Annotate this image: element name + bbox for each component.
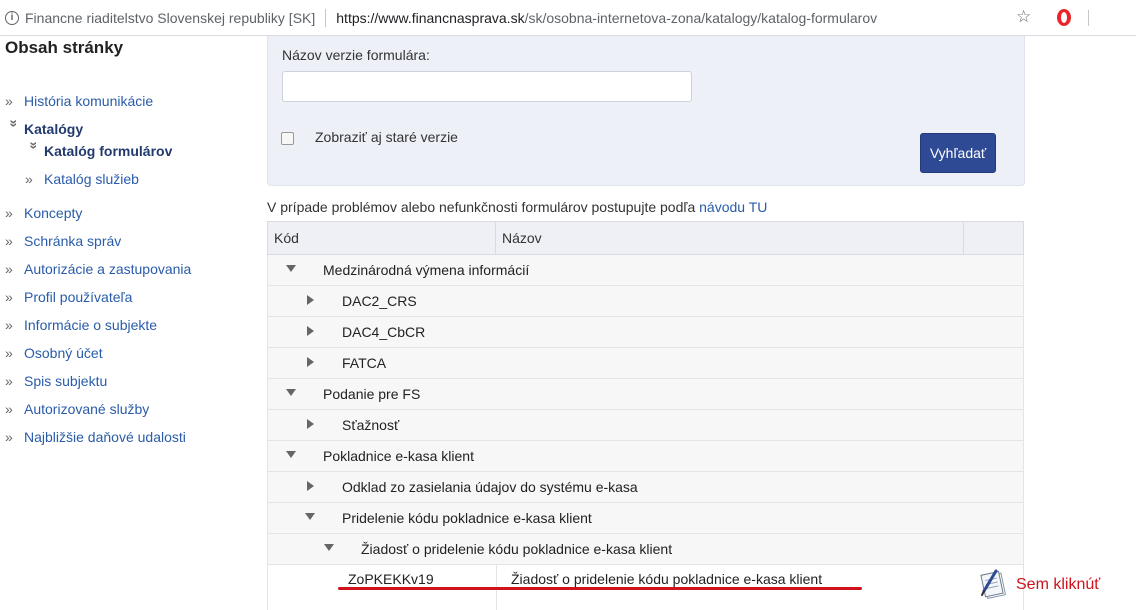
help-text: V prípade problémov alebo nefunkčnosti f… [267,199,767,215]
sidebar-title: Obsah stránky [5,38,124,57]
expand-down-icon [305,513,315,520]
sidebar-item-schranka-sprav[interactable]: » Schránka správ [5,233,121,249]
sidebar-item-osobny-ucet[interactable]: » Osobný účet [5,345,103,361]
tree-row[interactable]: Pridelenie kódu pokladnice e-kasa klient [267,503,1024,534]
bullet-icon: » [5,261,13,277]
info-icon[interactable]: i [5,10,19,25]
expanded-bullet-icon: » [26,141,43,150]
tree-row[interactable]: Podanie pre FS [267,379,1024,410]
sidebar-item-label: Koncepty [24,205,83,221]
search-label: Názov verzie formulára: [282,47,430,63]
collapsed-right-icon [307,357,314,367]
tree-row[interactable]: Medzinárodná výmena informácií [267,255,1024,286]
sidebar-item-informacie-o-subjekte[interactable]: » Informácie o subjekte [5,317,157,333]
collapsed-right-icon [307,326,314,336]
tree-row-label: Žiadosť o pridelenie kódu pokladnice e-k… [361,541,673,557]
tree-row-label: Medzinárodná výmena informácií [323,262,530,278]
tree-row-label: Pokladnice e-kasa klient [323,448,474,464]
bullet-icon: » [5,289,13,305]
sidebar-item-label: História komunikácie [24,93,154,109]
red-underline-annotation [338,587,862,590]
bookmark-star-icon[interactable]: ☆ [1016,7,1031,27]
tree-row-label: Sťažnosť [342,417,400,433]
url-path: /sk/osobna-internetova-zona/katalogy/kat… [524,9,878,26]
table-header: Kód Názov [267,221,1024,255]
column-header-name[interactable]: Názov [496,222,963,254]
bullet-icon: » [25,171,33,187]
toolbar-divider [1088,10,1089,26]
sidebar-item-katalogy[interactable]: » Katalógy [5,119,84,138]
address-bar[interactable]: i Financne riaditelstvo Slovenskej repub… [0,0,1136,36]
sidebar-item-autorizacie[interactable]: » Autorizácie a zastupovania [5,261,191,277]
bullet-icon: » [5,93,13,109]
old-versions-checkbox[interactable] [281,132,294,145]
sidebar-item-spis-subjektu[interactable]: » Spis subjektu [5,373,107,389]
form-name[interactable]: Žiadosť o pridelenie kódu pokladnice e-k… [511,571,822,587]
expand-down-icon [286,451,296,458]
old-versions-label: Zobraziť aj staré verzie [315,129,458,145]
search-button[interactable]: Vyhľadať [920,133,996,173]
sidebar-item-label: Katalóg služieb [44,171,139,187]
bullet-icon: » [5,429,13,445]
collapsed-right-icon [307,419,314,429]
tree-row-label: DAC2_CRS [342,293,417,309]
sidebar-item-label: Spis subjektu [24,373,108,389]
expand-down-icon [286,389,296,396]
sidebar-item-historia-komunikacie[interactable]: » História komunikácie [5,93,153,109]
sidebar-item-label: Osobný účet [24,345,103,361]
sidebar-item-label: Katalógy [24,121,84,137]
address-separator [325,8,327,27]
tree-row[interactable]: DAC2_CRS [267,286,1024,317]
help-link[interactable]: návodu TU [699,199,767,215]
click-here-annotation: Sem kliknúť [1016,576,1101,593]
collapsed-right-icon [307,295,314,305]
tree-row[interactable]: DAC4_CbCR [267,317,1024,348]
search-panel: Názov verzie formulára: Zobraziť aj star… [267,36,1025,186]
help-text-body: V prípade problémov alebo nefunkčnosti f… [267,199,700,215]
sidebar-item-koncepty[interactable]: » Koncepty [5,205,82,221]
column-separator [963,222,964,254]
expanded-bullet-icon: » [6,119,23,128]
bullet-icon: » [5,205,13,221]
sidebar-item-label: Schránka správ [24,233,122,249]
tree-row-label: DAC4_CbCR [342,324,426,340]
tree-row-label: Pridelenie kódu pokladnice e-kasa klient [342,510,592,526]
form-version-search-input[interactable] [282,71,692,102]
tree-row[interactable]: Sťažnosť [267,410,1024,441]
open-form-icon[interactable] [978,567,1008,601]
tree-row-label: FATCA [342,355,387,371]
bullet-icon: » [5,373,13,389]
sidebar-item-danove-udalosti[interactable]: » Najbližšie daňové udalosti [5,429,186,445]
sidebar-item-katalog-formularov[interactable]: » Katalóg formulárov [25,141,173,160]
expand-down-icon [324,544,334,551]
bullet-icon: » [5,233,13,249]
tree-row[interactable]: Žiadosť o pridelenie kódu pokladnice e-k… [267,534,1024,565]
sidebar-item-label: Najbližšie daňové udalosti [24,429,186,445]
sidebar-item-katalog-sluzieb[interactable]: » Katalóg služieb [25,171,139,187]
url-host: https://www.financnasprava.sk [336,9,525,26]
bullet-icon: » [5,401,13,417]
sidebar-item-autorizovane-sluzby[interactable]: » Autorizované služby [5,401,149,417]
tree-row[interactable]: Pokladnice e-kasa klient [267,441,1024,472]
sidebar-item-profil[interactable]: » Profil používateľa [5,289,132,305]
opera-icon[interactable] [1057,9,1071,26]
tree-row[interactable]: FATCA [267,348,1024,379]
sidebar-item-label: Katalóg formulárov [44,143,173,159]
sidebar-item-label: Informácie o subjekte [24,317,158,333]
tree-row-label: Podanie pre FS [323,386,421,402]
bullet-icon: » [5,317,13,333]
site-name: Financne riaditelstvo Slovenskej republi… [25,9,316,26]
expand-down-icon [286,265,296,272]
sidebar-item-label: Profil používateľa [24,289,133,305]
sidebar-item-label: Autorizácie a zastupovania [24,261,192,277]
column-header-code[interactable]: Kód [268,222,496,254]
collapsed-right-icon [307,481,314,491]
bullet-icon: » [5,345,13,361]
sidebar-item-label: Autorizované služby [24,401,150,417]
form-code[interactable]: ZoPKEKKv19 [348,571,434,587]
tree-row-label: Odklad zo zasielania údajov do systému e… [342,479,638,495]
url-text[interactable]: https://www.financnasprava.sk/sk/osobna-… [336,10,877,26]
tree-row[interactable]: Odklad zo zasielania údajov do systému e… [267,472,1024,503]
